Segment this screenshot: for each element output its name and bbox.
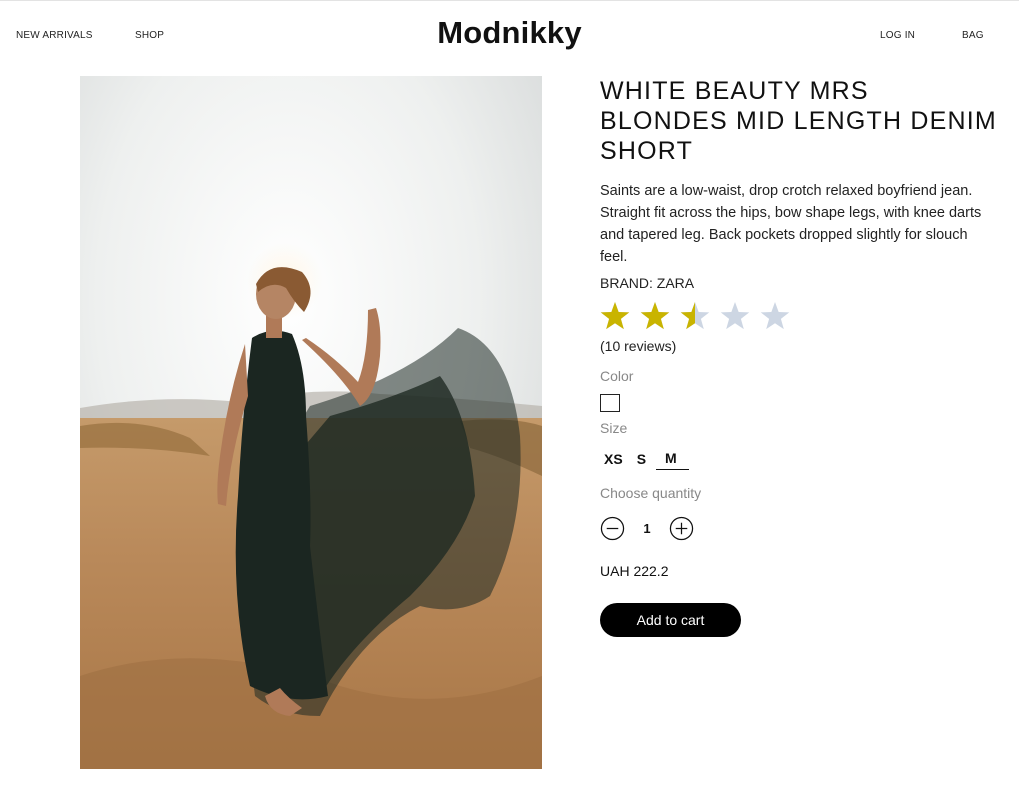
- quantity-stepper: 1: [600, 515, 1000, 541]
- logo[interactable]: Modnikky: [0, 15, 1019, 51]
- star-2-fill: [640, 302, 670, 330]
- star-4-icon: [720, 302, 750, 330]
- product-price: UAH 222.2: [600, 563, 669, 579]
- size-label: Size: [600, 420, 628, 436]
- product-title: WHITE BEAUTY MRS BLONDES MID LENGTH DENI…: [600, 77, 997, 165]
- quantity-label: Choose quantity: [600, 485, 702, 501]
- size-option-xs[interactable]: XS: [600, 451, 627, 470]
- top-divider: [0, 0, 1019, 1]
- star-5-icon: [760, 302, 790, 330]
- product-image: [80, 76, 542, 769]
- product-brand: BRAND: ZARA: [600, 275, 695, 291]
- color-label: Color: [600, 368, 634, 384]
- size-option-s[interactable]: S: [633, 451, 650, 470]
- rating-stars: [600, 299, 1000, 335]
- review-count[interactable]: (10 reviews): [600, 338, 1000, 354]
- product-description: Saints are a low-waist, drop crotch rela…: [600, 183, 982, 265]
- star-rating-icon: [600, 302, 790, 330]
- plus-circle-icon[interactable]: [669, 516, 694, 541]
- star-1-fill: [600, 302, 630, 330]
- nav-log-in[interactable]: LOG IN: [880, 30, 915, 41]
- nav-bag[interactable]: BAG: [962, 30, 984, 41]
- product-info-panel: WHITE BEAUTY MRS BLONDES MID LENGTH DENI…: [600, 76, 1000, 637]
- quantity-value[interactable]: 1: [625, 521, 669, 536]
- add-to-cart-button[interactable]: Add to cart: [600, 603, 741, 637]
- minus-circle-icon[interactable]: [600, 516, 625, 541]
- size-selector: XS S M: [600, 448, 1000, 470]
- size-option-m[interactable]: M: [656, 450, 689, 470]
- color-swatch-white[interactable]: [600, 394, 620, 412]
